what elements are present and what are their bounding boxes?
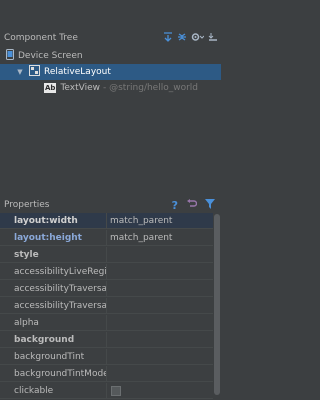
- property-row-accessibility-traversal-before[interactable]: accessibilityTraversalBefore: [0, 298, 213, 314]
- properties-title: Properties: [4, 200, 50, 210]
- properties-table: layout:width match_parent layout:height …: [0, 213, 221, 400]
- collapse-all-icon[interactable]: [177, 32, 187, 45]
- property-name: background: [0, 332, 107, 348]
- expand-arrow-icon[interactable]: ▼: [16, 68, 24, 76]
- tree-item-label: Device Screen: [18, 51, 83, 61]
- property-value[interactable]: match_parent: [108, 213, 213, 229]
- property-row-layout-height[interactable]: layout:height match_parent: [0, 230, 213, 246]
- properties-scrollbar[interactable]: [213, 213, 221, 400]
- properties-header: Properties ?: [0, 197, 221, 213]
- layout-icon: [29, 65, 40, 79]
- property-row-accessibility-live-region[interactable]: accessibilityLiveRegion: [0, 264, 213, 280]
- property-name: style: [0, 247, 107, 263]
- property-value[interactable]: [108, 247, 213, 263]
- property-value[interactable]: [108, 298, 213, 314]
- property-name: clickable: [0, 383, 107, 399]
- tree-item-textview[interactable]: Ab TextView - @string/hello_world: [0, 80, 221, 96]
- clickable-checkbox[interactable]: [111, 386, 121, 396]
- tree-item-sublabel: - @string/hello_world: [103, 83, 199, 93]
- property-row-clickable[interactable]: clickable: [0, 383, 213, 399]
- property-value[interactable]: match_parent: [108, 230, 213, 246]
- textview-icon: Ab: [44, 83, 57, 93]
- component-tree-title: Component Tree: [4, 33, 78, 43]
- property-row-accessibility-traversal-after[interactable]: accessibilityTraversalAfter: [0, 281, 213, 297]
- property-name: alpha: [0, 315, 107, 331]
- filter-icon[interactable]: [205, 198, 215, 212]
- component-tree-toolbar: [163, 31, 218, 45]
- property-name: layout:width: [0, 213, 107, 229]
- property-value[interactable]: [108, 332, 213, 348]
- top-strip: [0, 0, 221, 26]
- tree-item-label: TextView: [60, 83, 100, 93]
- undo-icon[interactable]: [186, 198, 198, 212]
- property-name: accessibilityLiveRegion: [0, 264, 107, 280]
- property-name: backgroundTintMode: [0, 366, 107, 382]
- property-row-background[interactable]: background: [0, 332, 213, 348]
- property-name: accessibilityTraversalAfter: [0, 281, 107, 297]
- property-value[interactable]: [108, 264, 213, 280]
- component-tree-header: Component Tree: [0, 30, 221, 46]
- property-value[interactable]: [108, 383, 213, 399]
- gear-icon[interactable]: [191, 32, 205, 45]
- property-row-background-tint[interactable]: backgroundTint: [0, 349, 213, 365]
- help-icon[interactable]: ?: [172, 199, 178, 212]
- device-icon: [6, 49, 14, 63]
- properties-toolbar: ?: [172, 198, 215, 212]
- tree-item-device-screen[interactable]: Device Screen: [0, 48, 221, 64]
- property-value[interactable]: [108, 366, 213, 382]
- property-row-style[interactable]: style: [0, 247, 213, 263]
- property-name: backgroundTint: [0, 349, 107, 365]
- property-value[interactable]: [108, 281, 213, 297]
- property-row-layout-width[interactable]: layout:width match_parent: [0, 213, 213, 229]
- scrollbar-thumb[interactable]: [214, 214, 220, 395]
- property-name: layout:height: [0, 230, 107, 246]
- tree-item-relativelayout[interactable]: ▼ RelativeLayout: [0, 64, 221, 80]
- tree-item-label: RelativeLayout: [44, 67, 111, 77]
- property-row-background-tint-mode[interactable]: backgroundTintMode: [0, 366, 213, 382]
- property-row-alpha[interactable]: alpha: [0, 315, 213, 331]
- hide-panel-icon[interactable]: [208, 32, 218, 45]
- property-value[interactable]: [108, 349, 213, 365]
- expand-all-icon[interactable]: [163, 31, 173, 45]
- property-value[interactable]: [108, 315, 213, 331]
- property-name: accessibilityTraversalBefore: [0, 298, 107, 314]
